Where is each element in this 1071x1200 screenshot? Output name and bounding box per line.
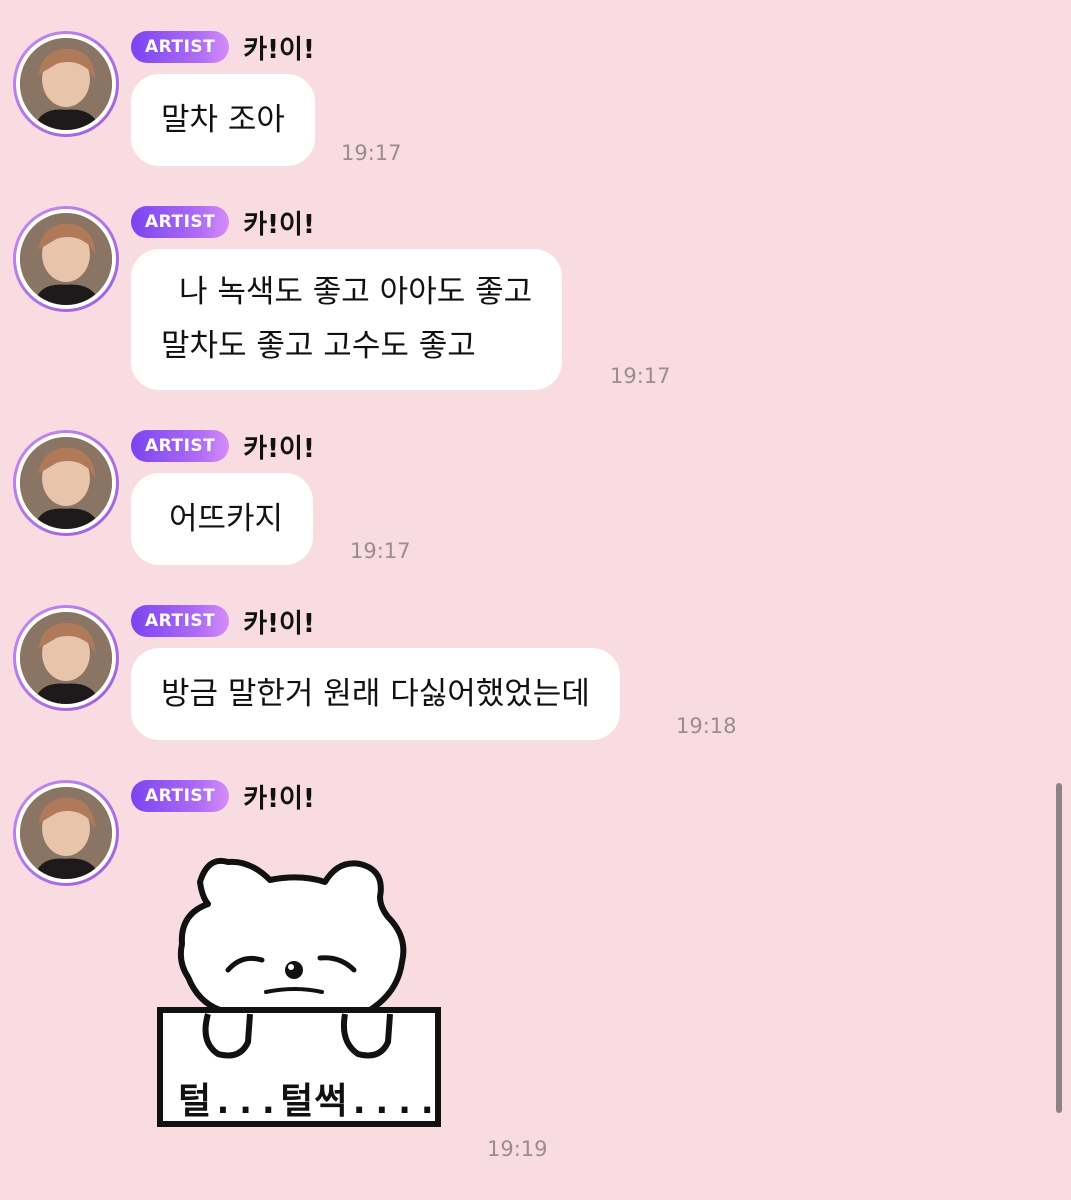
artist-avatar[interactable]: [13, 780, 119, 886]
artist-avatar[interactable]: [13, 605, 119, 711]
sender-name: 카!이!: [243, 34, 315, 65]
artist-badge: ARTIST: [131, 780, 230, 812]
artist-avatar[interactable]: [13, 430, 119, 536]
sender-row: ARTIST 카!이!: [131, 780, 315, 814]
sticker-caption: 털...털썩....: [178, 1081, 440, 1122]
artist-badge: ARTIST: [131, 206, 230, 238]
artist-badge: ARTIST: [131, 430, 230, 462]
artist-badge: ARTIST: [131, 605, 230, 637]
sender-name: 카!이!: [243, 433, 315, 464]
artist-badge: ARTIST: [131, 31, 230, 63]
message-bubble[interactable]: 나 녹색도 좋고 아아도 좋고 말차도 좋고 고수도 좋고: [131, 249, 563, 390]
message-time: 19:17: [610, 364, 671, 388]
message-time: 19:18: [676, 714, 737, 738]
message-text-line: 나 녹색도 좋고 아아도 좋고: [179, 274, 533, 310]
sender-name: 카!이!: [243, 209, 315, 240]
message-bubble[interactable]: 어뜨카지: [131, 473, 314, 565]
sender-row: ARTIST 카!이!: [131, 31, 315, 65]
scrollbar[interactable]: [1056, 783, 1062, 1113]
sender-name: 카!이!: [243, 608, 315, 639]
sender-row: ARTIST 카!이!: [131, 430, 315, 464]
avatar-photo: [16, 608, 116, 708]
avatar-photo: [16, 433, 116, 533]
message-time: 19:19: [487, 1137, 548, 1161]
message-text-line: 말차도 좋고 고수도 좋고: [161, 328, 476, 364]
message-bubble[interactable]: 말차 조아: [131, 74, 315, 166]
sender-row: ARTIST 카!이!: [131, 605, 315, 639]
message-text: 말차 조아: [161, 102, 285, 138]
avatar-photo: [16, 34, 116, 134]
avatar-photo: [16, 209, 116, 309]
sender-row: ARTIST 카!이!: [131, 206, 315, 240]
artist-avatar[interactable]: [13, 31, 119, 137]
message-text: 방금 말한거 원래 다싫어했었는데: [161, 676, 590, 712]
artist-avatar[interactable]: [13, 206, 119, 312]
message-time: 19:17: [350, 539, 411, 563]
message-time: 19:17: [341, 141, 402, 165]
message-text: 어뜨카지: [169, 501, 284, 537]
sender-name: 카!이!: [243, 783, 315, 814]
avatar-photo: [16, 783, 116, 883]
message-bubble[interactable]: 방금 말한거 원래 다싫어했었는데: [131, 648, 620, 740]
